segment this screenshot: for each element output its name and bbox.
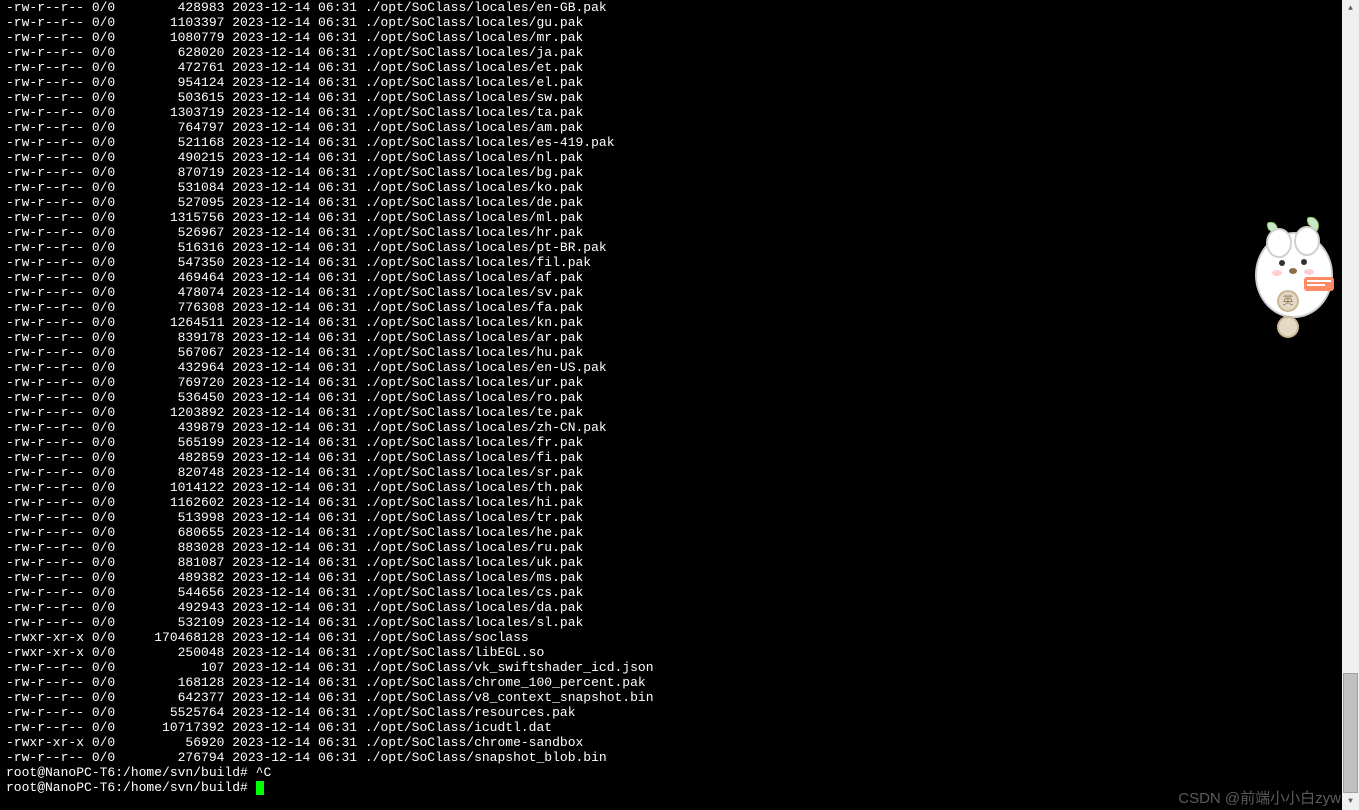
scrollbar-thumb[interactable] bbox=[1343, 673, 1358, 793]
file-listing-row: -rw-r--r-- 0/0 490215 2023-12-14 06:31 .… bbox=[6, 150, 1359, 165]
file-listing-row: -rw-r--r-- 0/0 547350 2023-12-14 06:31 .… bbox=[6, 255, 1359, 270]
file-listing-row: -rw-r--r-- 0/0 168128 2023-12-14 06:31 .… bbox=[6, 675, 1359, 690]
file-listing-row: -rw-r--r-- 0/0 628020 2023-12-14 06:31 .… bbox=[6, 45, 1359, 60]
file-listing-row: -rw-r--r-- 0/0 881087 2023-12-14 06:31 .… bbox=[6, 555, 1359, 570]
file-listing-row: -rw-r--r-- 0/0 883028 2023-12-14 06:31 .… bbox=[6, 540, 1359, 555]
scrollbar[interactable]: ▲ ▼ bbox=[1342, 0, 1359, 810]
file-listing-row: -rw-r--r-- 0/0 439879 2023-12-14 06:31 .… bbox=[6, 420, 1359, 435]
file-listing-row: -rw-r--r-- 0/0 107 2023-12-14 06:31 ./op… bbox=[6, 660, 1359, 675]
file-listing-row: -rwxr-xr-x 0/0 170468128 2023-12-14 06:3… bbox=[6, 630, 1359, 645]
ime-language-badge[interactable]: 英 bbox=[1277, 290, 1299, 312]
file-listing-row: -rw-r--r-- 0/0 680655 2023-12-14 06:31 .… bbox=[6, 525, 1359, 540]
scroll-down-button[interactable]: ▼ bbox=[1342, 793, 1359, 810]
file-listing-row: -rw-r--r-- 0/0 526967 2023-12-14 06:31 .… bbox=[6, 225, 1359, 240]
file-listing-row: -rw-r--r-- 0/0 521168 2023-12-14 06:31 .… bbox=[6, 135, 1359, 150]
ime-mode-badge[interactable] bbox=[1277, 316, 1299, 338]
file-listing-row: -rw-r--r-- 0/0 478074 2023-12-14 06:31 .… bbox=[6, 285, 1359, 300]
file-listing-row: -rw-r--r-- 0/0 276794 2023-12-14 06:31 .… bbox=[6, 750, 1359, 765]
file-listing-row: -rw-r--r-- 0/0 1162602 2023-12-14 06:31 … bbox=[6, 495, 1359, 510]
file-listing-row: -rw-r--r-- 0/0 516316 2023-12-14 06:31 .… bbox=[6, 240, 1359, 255]
terminal-output[interactable]: -rw-r--r-- 0/0 428983 2023-12-14 06:31 .… bbox=[0, 0, 1359, 795]
scroll-up-button[interactable]: ▲ bbox=[1342, 0, 1359, 17]
file-listing-row: -rw-r--r-- 0/0 532109 2023-12-14 06:31 .… bbox=[6, 615, 1359, 630]
file-listing-row: -rw-r--r-- 0/0 870719 2023-12-14 06:31 .… bbox=[6, 165, 1359, 180]
file-listing-row: -rw-r--r-- 0/0 1014122 2023-12-14 06:31 … bbox=[6, 480, 1359, 495]
scrollbar-track[interactable] bbox=[1342, 17, 1359, 793]
file-listing-row: -rw-r--r-- 0/0 1103397 2023-12-14 06:31 … bbox=[6, 15, 1359, 30]
file-listing-row: -rw-r--r-- 0/0 1203892 2023-12-14 06:31 … bbox=[6, 405, 1359, 420]
file-listing-row: -rw-r--r-- 0/0 764797 2023-12-14 06:31 .… bbox=[6, 120, 1359, 135]
file-listing-row: -rw-r--r-- 0/0 531084 2023-12-14 06:31 .… bbox=[6, 180, 1359, 195]
file-listing-row: -rw-r--r-- 0/0 536450 2023-12-14 06:31 .… bbox=[6, 390, 1359, 405]
file-listing-row: -rw-r--r-- 0/0 428983 2023-12-14 06:31 .… bbox=[6, 0, 1359, 15]
file-listing-row: -rw-r--r-- 0/0 544656 2023-12-14 06:31 .… bbox=[6, 585, 1359, 600]
file-listing-row: -rw-r--r-- 0/0 1315756 2023-12-14 06:31 … bbox=[6, 210, 1359, 225]
file-listing-row: -rw-r--r-- 0/0 503615 2023-12-14 06:31 .… bbox=[6, 90, 1359, 105]
file-listing-row: -rw-r--r-- 0/0 776308 2023-12-14 06:31 .… bbox=[6, 300, 1359, 315]
file-listing-row: -rw-r--r-- 0/0 820748 2023-12-14 06:31 .… bbox=[6, 465, 1359, 480]
file-listing-row: -rwxr-xr-x 0/0 250048 2023-12-14 06:31 .… bbox=[6, 645, 1359, 660]
file-listing-row: -rwxr-xr-x 0/0 56920 2023-12-14 06:31 ./… bbox=[6, 735, 1359, 750]
file-listing-row: -rw-r--r-- 0/0 642377 2023-12-14 06:31 .… bbox=[6, 690, 1359, 705]
file-listing-row: -rw-r--r-- 0/0 469464 2023-12-14 06:31 .… bbox=[6, 270, 1359, 285]
prompt-line[interactable]: root@NanoPC-T6:/home/svn/build# bbox=[6, 780, 1359, 795]
file-listing-row: -rw-r--r-- 0/0 1264511 2023-12-14 06:31 … bbox=[6, 315, 1359, 330]
file-listing-row: -rw-r--r-- 0/0 489382 2023-12-14 06:31 .… bbox=[6, 570, 1359, 585]
file-listing-row: -rw-r--r-- 0/0 565199 2023-12-14 06:31 .… bbox=[6, 435, 1359, 450]
file-listing-row: -rw-r--r-- 0/0 954124 2023-12-14 06:31 .… bbox=[6, 75, 1359, 90]
file-listing-row: -rw-r--r-- 0/0 769720 2023-12-14 06:31 .… bbox=[6, 375, 1359, 390]
file-listing-row: -rw-r--r-- 0/0 482859 2023-12-14 06:31 .… bbox=[6, 450, 1359, 465]
prompt-line: root@NanoPC-T6:/home/svn/build# ^C bbox=[6, 765, 1359, 780]
cursor bbox=[256, 781, 264, 795]
file-listing-row: -rw-r--r-- 0/0 567067 2023-12-14 06:31 .… bbox=[6, 345, 1359, 360]
file-listing-row: -rw-r--r-- 0/0 1080779 2023-12-14 06:31 … bbox=[6, 30, 1359, 45]
file-listing-row: -rw-r--r-- 0/0 10717392 2023-12-14 06:31… bbox=[6, 720, 1359, 735]
file-listing-row: -rw-r--r-- 0/0 492943 2023-12-14 06:31 .… bbox=[6, 600, 1359, 615]
file-listing-row: -rw-r--r-- 0/0 1303719 2023-12-14 06:31 … bbox=[6, 105, 1359, 120]
file-listing-row: -rw-r--r-- 0/0 839178 2023-12-14 06:31 .… bbox=[6, 330, 1359, 345]
file-listing-row: -rw-r--r-- 0/0 513998 2023-12-14 06:31 .… bbox=[6, 510, 1359, 525]
file-listing-row: -rw-r--r-- 0/0 5525764 2023-12-14 06:31 … bbox=[6, 705, 1359, 720]
file-listing-row: -rw-r--r-- 0/0 527095 2023-12-14 06:31 .… bbox=[6, 195, 1359, 210]
file-listing-row: -rw-r--r-- 0/0 472761 2023-12-14 06:31 .… bbox=[6, 60, 1359, 75]
file-listing-row: -rw-r--r-- 0/0 432964 2023-12-14 06:31 .… bbox=[6, 360, 1359, 375]
